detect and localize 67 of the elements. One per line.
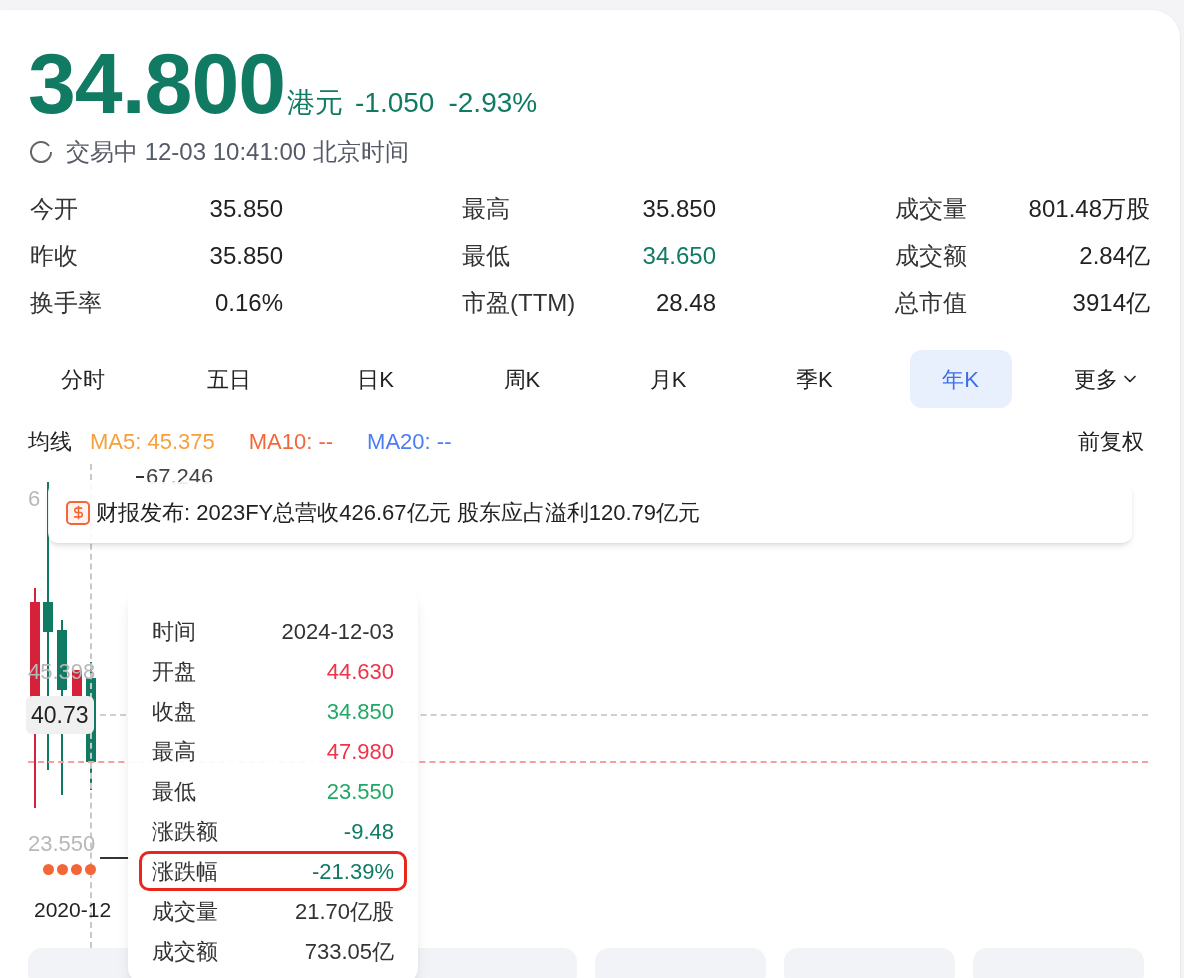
dollar-icon [66,500,90,525]
tooltip-label: 涨跌额 [152,817,218,846]
tooltip-value: 23.550 [326,777,394,806]
tooltip-label: 时间 [152,617,196,646]
crosshair-price-label: 40.73 [26,696,94,734]
tooltip-label: 开盘 [152,657,196,686]
high-price-marker: 67.246 [146,466,214,488]
axis-label: 6 [28,485,41,513]
stat-label: 今开 [30,194,78,224]
loading-icon [30,140,54,164]
period-tab[interactable]: 年K [909,350,1012,408]
tooltip-label: 最高 [152,737,196,766]
ma-title: 均线 [28,427,72,456]
event-dot-icon [43,864,54,875]
stat-value: 35.850 [209,241,283,271]
price: 34.800 [28,40,286,126]
date-label: 2020-12 [34,897,112,923]
event-text: 财报发布: 2023FY总营收426.67亿元 股东应占溢利120.79亿元 [96,499,700,527]
tick-mark-icon [136,475,144,479]
change-percent: -2.93% [448,86,538,120]
stat-label: 最低 [462,241,510,271]
tooltip-value: 21.70亿股 [294,897,394,926]
ma-value: MA5: 45.375 [90,427,215,456]
stat-label: 成交额 [895,241,967,271]
trading-status: 交易中 12-03 10:41:00 北京时间 [66,137,409,167]
tooltip-value: 44.630 [326,657,394,686]
stat-label: 最高 [462,194,510,224]
stat-label: 市盈(TTM) [462,288,576,318]
stat-value: 2.84亿 [1079,241,1150,271]
event-dot-icon [85,864,96,875]
tooltip-label: 收盘 [152,697,196,726]
tooltip-value: 47.980 [326,737,394,766]
stat-value: 3914亿 [1072,288,1150,318]
stat-label: 总市值 [895,288,967,318]
tooltip-label: 成交额 [152,937,218,966]
stat-value: 34.650 [642,241,716,271]
ma-value: MA20: -- [367,427,452,456]
period-tab[interactable]: 日K [324,350,427,408]
period-tab[interactable]: 月K [617,350,720,408]
stat-value: 801.48万股 [1028,194,1150,224]
tooltip-value: -21.39% [312,857,394,886]
period-tab[interactable]: 更多 [1055,350,1158,408]
period-tab[interactable]: 季K [763,350,866,408]
stat-value: 0.16% [214,288,283,318]
period-tab[interactable]: 分时 [32,350,134,408]
stat-value: 35.850 [209,194,283,224]
tooltip-value: 2024-12-03 [281,617,394,646]
event-dot-icon [71,864,82,875]
period-tab[interactable]: 周K [470,350,573,408]
tooltip-value: -9.48 [343,817,394,846]
currency: 港元 [287,86,344,120]
stat-label: 换手率 [30,288,102,318]
tooltip-label: 涨跌幅 [152,857,218,886]
stat-label: 昨收 [30,241,78,271]
stat-value: 28.48 [655,288,716,318]
event-dot-icon [57,864,68,875]
tooltip-value: 733.05亿 [304,937,394,966]
adjust-toggle[interactable]: 前复权 [1078,424,1144,458]
tooltip-label: 最低 [152,777,196,806]
ma-value: MA10: -- [248,427,334,456]
period-tab[interactable]: 五日 [178,350,281,408]
tooltip-label: 成交量 [152,897,218,926]
stat-value: 35.850 [642,194,716,224]
axis-label: 23.550 [28,832,96,856]
price-change: -1.050 [355,86,435,120]
stat-label: 成交量 [895,194,967,224]
tooltip-value: 34.850 [326,697,394,726]
